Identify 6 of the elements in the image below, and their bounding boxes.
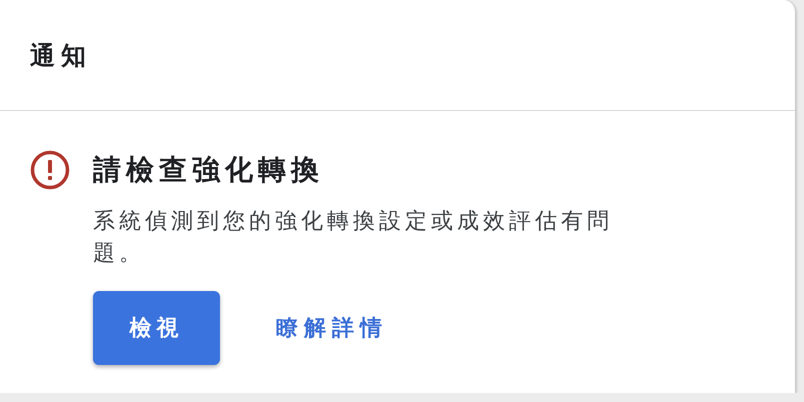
notification-title: 請檢查強化轉換 — [93, 152, 325, 188]
notification-message: 系統偵測到您的強化轉換設定或成效評估有問題。 — [93, 208, 614, 268]
learn-more-link[interactable]: 瞭解詳情 — [276, 313, 388, 343]
error-icon — [30, 150, 70, 190]
view-button[interactable]: 檢視 — [93, 291, 220, 365]
panel-title: 通知 — [30, 40, 92, 72]
